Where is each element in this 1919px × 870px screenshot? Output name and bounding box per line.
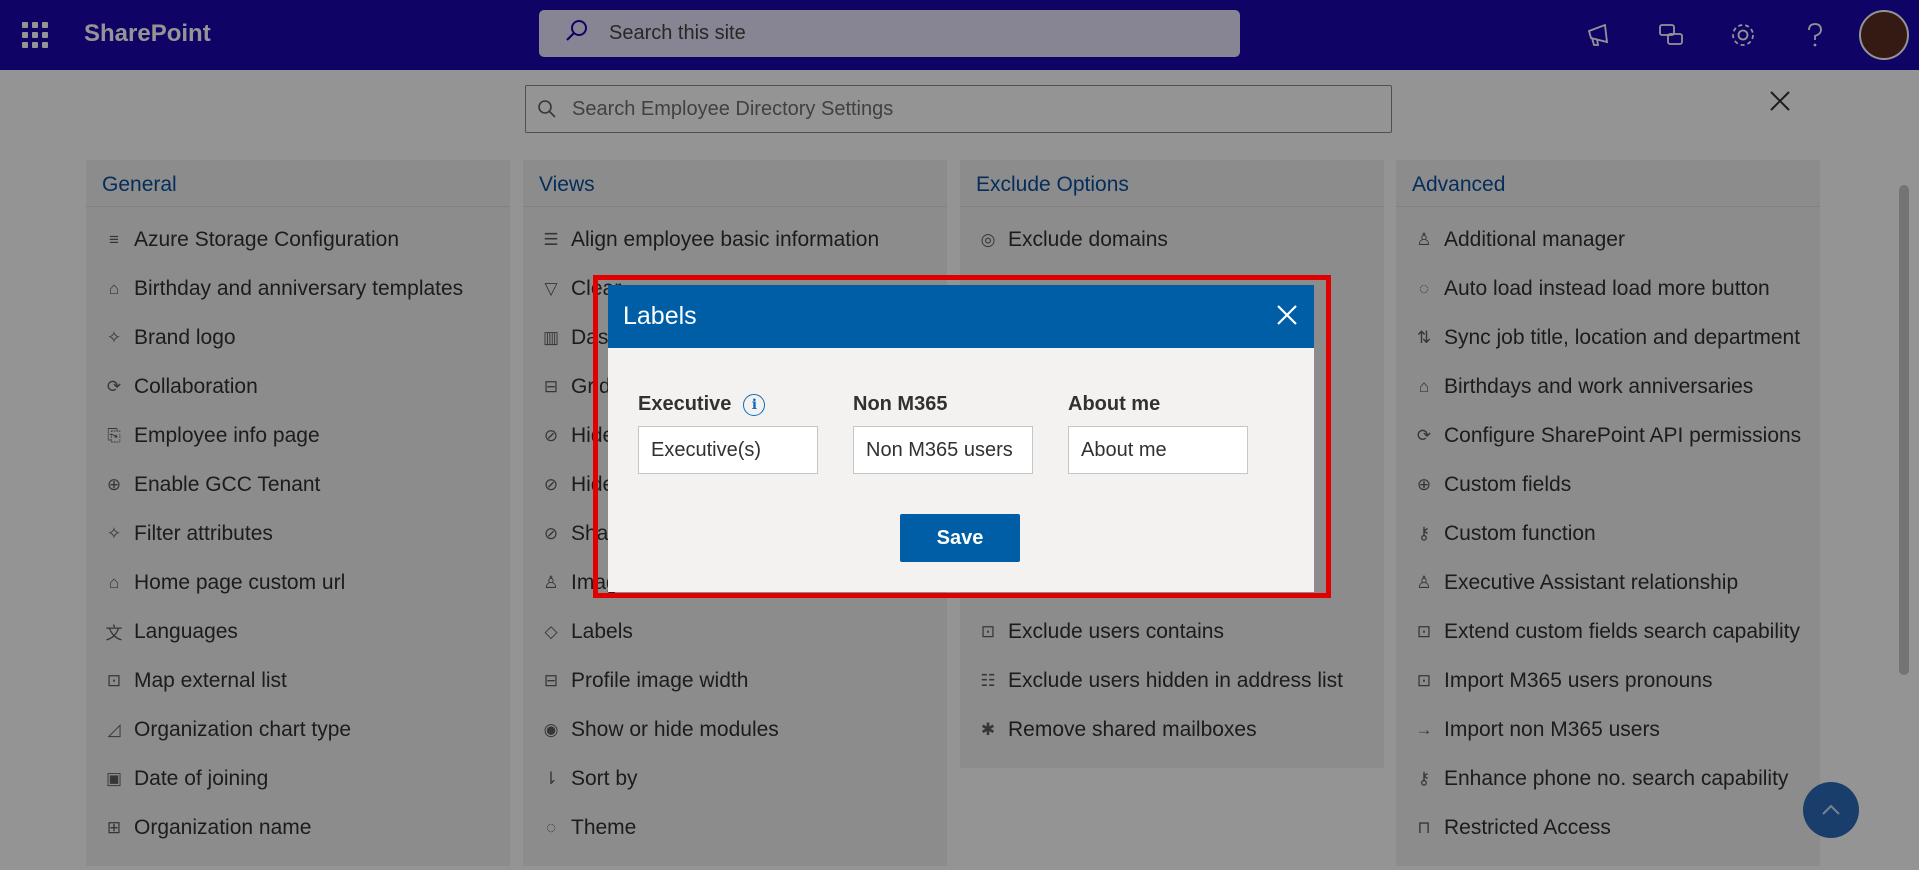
info-icon[interactable]: i — [743, 393, 766, 416]
about-me-field: About me — [1068, 393, 1248, 474]
non-m365-input[interactable] — [853, 426, 1033, 474]
executive-field: Executive i — [638, 393, 818, 474]
about-me-input[interactable] — [1068, 426, 1248, 474]
field-label: Non M365 — [853, 393, 948, 415]
non-m365-label: Non M365 — [853, 393, 1033, 416]
field-label: Executive — [638, 393, 732, 415]
field-label: About me — [1068, 393, 1161, 415]
save-button[interactable]: Save — [900, 514, 1020, 562]
labels-dialog: Labels Executive i Non M365 About me Sav… — [608, 285, 1314, 592]
executive-label: Executive i — [638, 393, 818, 416]
non-m365-field: Non M365 — [853, 393, 1033, 474]
close-icon[interactable] — [1272, 300, 1302, 330]
executive-input[interactable] — [638, 426, 818, 474]
about-me-label: About me — [1068, 393, 1248, 416]
dialog-title: Labels — [623, 302, 697, 330]
dialog-header: Labels — [608, 285, 1314, 348]
